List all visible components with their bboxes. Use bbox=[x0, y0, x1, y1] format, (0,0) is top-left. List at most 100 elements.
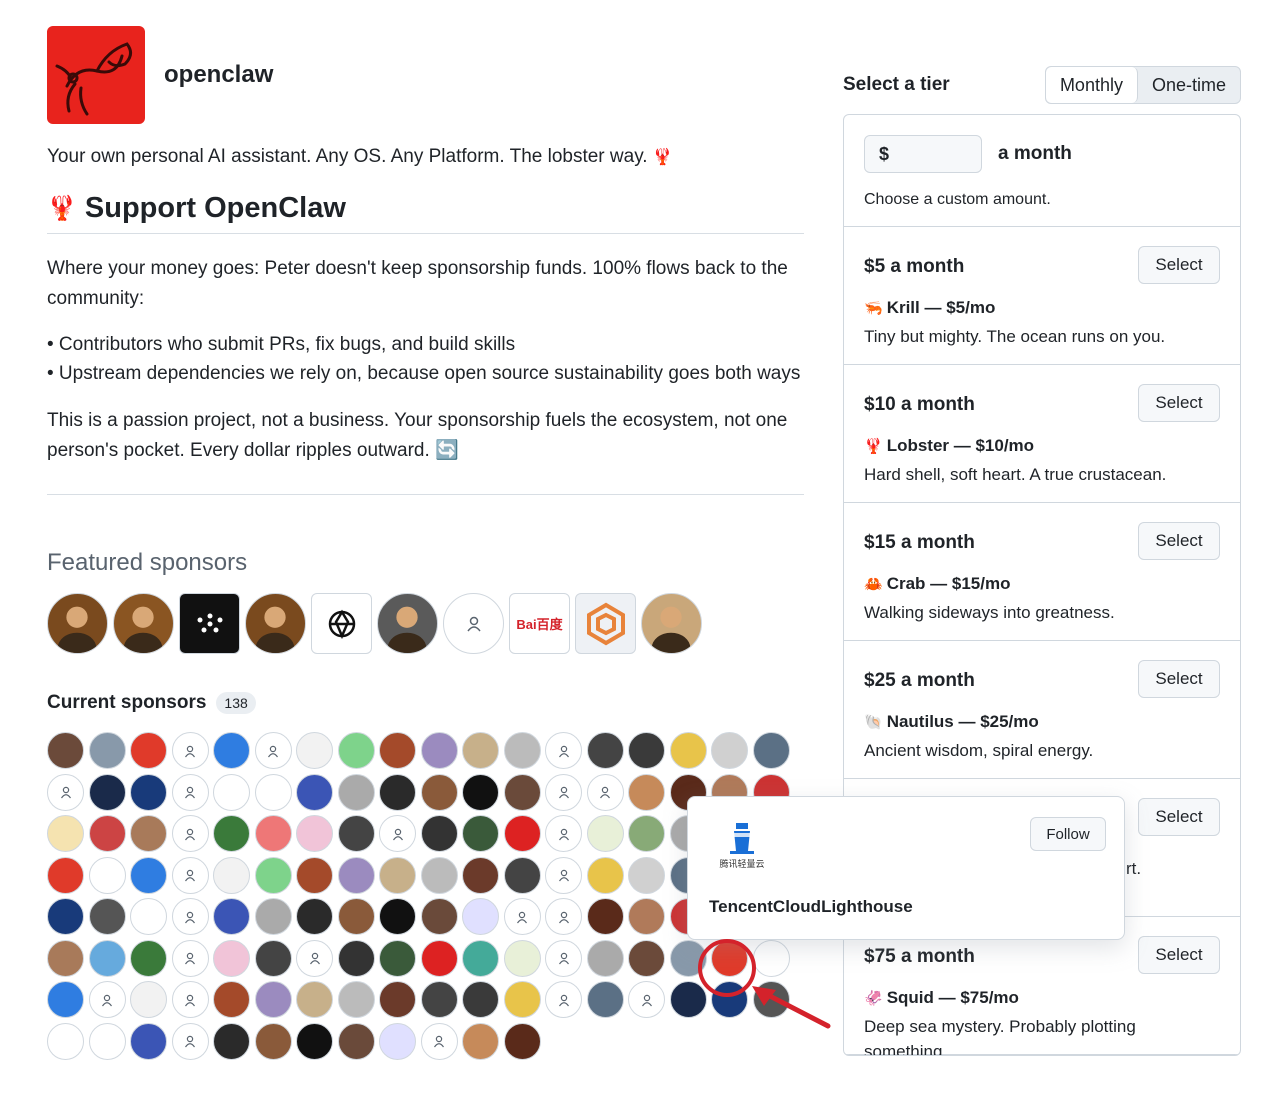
sponsor-avatar[interactable] bbox=[47, 732, 84, 769]
sponsor-avatar[interactable] bbox=[213, 815, 250, 852]
ghost-avatar-icon[interactable] bbox=[171, 1022, 209, 1060]
sponsor-avatar[interactable] bbox=[628, 732, 665, 769]
ghost-avatar-icon[interactable] bbox=[545, 898, 582, 935]
sponsor-avatar[interactable] bbox=[47, 856, 84, 894]
ghost-avatar-icon[interactable] bbox=[296, 939, 333, 977]
sponsor-avatar[interactable] bbox=[669, 981, 707, 1018]
sponsor-avatar[interactable] bbox=[628, 773, 665, 811]
sponsor-avatar[interactable] bbox=[130, 815, 167, 852]
sponsor-avatar[interactable] bbox=[379, 732, 416, 769]
portrait-avatar-icon[interactable] bbox=[641, 593, 702, 654]
follow-button[interactable]: Follow bbox=[1030, 817, 1106, 851]
sponsor-avatar[interactable] bbox=[503, 856, 541, 894]
sponsor-avatar[interactable] bbox=[586, 939, 624, 977]
sponsor-avatar[interactable] bbox=[586, 815, 624, 852]
ghost-avatar-icon[interactable] bbox=[545, 856, 582, 894]
portrait-avatar-icon[interactable] bbox=[47, 593, 108, 654]
sponsor-avatar[interactable] bbox=[254, 898, 292, 935]
sponsor-avatar[interactable] bbox=[420, 773, 458, 811]
sponsor-avatar[interactable] bbox=[586, 898, 624, 935]
sponsor-avatar[interactable] bbox=[420, 898, 458, 935]
sponsor-avatar[interactable] bbox=[254, 815, 292, 852]
ghost-avatar-icon[interactable] bbox=[171, 732, 209, 769]
sponsor-avatar[interactable] bbox=[379, 773, 416, 811]
sponsor-avatar[interactable] bbox=[711, 732, 748, 769]
sponsor-avatar[interactable] bbox=[47, 1022, 84, 1060]
org-name[interactable]: openclaw bbox=[164, 61, 273, 89]
portrait-avatar-icon[interactable] bbox=[245, 593, 306, 654]
baidu-logo-icon[interactable]: Bai百度 bbox=[509, 593, 570, 654]
select-button[interactable]: Select bbox=[1138, 936, 1220, 974]
sponsor-avatar[interactable] bbox=[47, 815, 84, 852]
sponsor-avatar[interactable] bbox=[130, 898, 167, 935]
sponsor-avatar[interactable] bbox=[337, 939, 375, 977]
sponsor-avatar[interactable] bbox=[420, 732, 458, 769]
sponsor-avatar[interactable] bbox=[628, 815, 665, 852]
sponsor-avatar[interactable] bbox=[337, 898, 375, 935]
select-button[interactable]: Select bbox=[1138, 384, 1220, 422]
sponsor-avatar[interactable] bbox=[47, 981, 84, 1018]
sponsor-avatar[interactable] bbox=[213, 732, 250, 769]
sponsor-avatar[interactable] bbox=[586, 856, 624, 894]
sponsor-avatar[interactable] bbox=[213, 898, 250, 935]
sponsor-avatar[interactable] bbox=[503, 981, 541, 1018]
custom-amount-input[interactable]: $ bbox=[864, 135, 982, 173]
ghost-avatar-icon[interactable] bbox=[47, 773, 84, 811]
sponsor-avatar[interactable] bbox=[130, 939, 167, 977]
ghost-avatar-icon[interactable] bbox=[171, 856, 209, 894]
ghost-avatar-icon[interactable] bbox=[545, 732, 582, 769]
sponsor-avatar[interactable] bbox=[213, 981, 250, 1018]
sponsor-avatar[interactable] bbox=[379, 939, 416, 977]
sponsor-avatar[interactable] bbox=[503, 732, 541, 769]
sponsor-avatar[interactable] bbox=[379, 856, 416, 894]
sponsor-avatar[interactable] bbox=[213, 1022, 250, 1060]
sponsor-avatar[interactable] bbox=[462, 898, 499, 935]
ghost-avatar-icon[interactable] bbox=[503, 898, 541, 935]
sponsor-avatar[interactable] bbox=[296, 898, 333, 935]
sponsor-avatar[interactable] bbox=[296, 815, 333, 852]
ghost-avatar-icon[interactable] bbox=[171, 815, 209, 852]
sponsor-avatar[interactable] bbox=[254, 773, 292, 811]
sponsor-avatar[interactable] bbox=[254, 1022, 292, 1060]
sponsor-avatar[interactable] bbox=[213, 856, 250, 894]
sponsor-avatar[interactable] bbox=[628, 939, 665, 977]
tab-one-time[interactable]: One-time bbox=[1138, 67, 1240, 103]
portrait-avatar-icon[interactable] bbox=[377, 593, 438, 654]
sponsor-avatar[interactable] bbox=[752, 732, 790, 769]
sponsor-avatar[interactable] bbox=[130, 1022, 167, 1060]
sponsor-avatar[interactable] bbox=[130, 856, 167, 894]
sponsor-avatar[interactable] bbox=[462, 732, 499, 769]
hovercard-sponsor-name[interactable]: TencentCloudLighthouse bbox=[709, 897, 913, 917]
sponsor-avatar[interactable] bbox=[420, 939, 458, 977]
sponsor-avatar[interactable] bbox=[213, 939, 250, 977]
sponsor-avatar[interactable] bbox=[462, 773, 499, 811]
sponsor-avatar[interactable] bbox=[296, 1022, 333, 1060]
sponsor-avatar[interactable] bbox=[47, 939, 84, 977]
sponsor-avatar[interactable] bbox=[337, 1022, 375, 1060]
ghost-avatar-icon[interactable] bbox=[545, 939, 582, 977]
sponsor-avatar[interactable] bbox=[462, 939, 499, 977]
sponsor-avatar[interactable] bbox=[88, 773, 126, 811]
sponsor-avatar[interactable] bbox=[379, 898, 416, 935]
sponsor-avatar[interactable] bbox=[296, 732, 333, 769]
ghost-avatar-icon[interactable] bbox=[545, 981, 582, 1018]
sponsor-avatar[interactable] bbox=[88, 1022, 126, 1060]
ghost-avatar-icon[interactable] bbox=[171, 773, 209, 811]
sponsor-avatar[interactable] bbox=[254, 856, 292, 894]
sponsor-avatar[interactable] bbox=[130, 981, 167, 1018]
select-button[interactable]: Select bbox=[1138, 246, 1220, 284]
openai-logo-icon[interactable] bbox=[311, 593, 372, 654]
select-button[interactable]: Select bbox=[1138, 798, 1220, 836]
hex-logo-icon[interactable] bbox=[575, 593, 636, 654]
sponsor-avatar[interactable] bbox=[130, 773, 167, 811]
tab-monthly[interactable]: Monthly bbox=[1045, 67, 1138, 103]
portrait-avatar-icon[interactable] bbox=[113, 593, 174, 654]
ghost-avatar-icon[interactable] bbox=[171, 898, 209, 935]
sponsor-avatar[interactable] bbox=[503, 939, 541, 977]
sponsor-avatar[interactable] bbox=[503, 773, 541, 811]
sponsor-avatar[interactable] bbox=[379, 981, 416, 1018]
sponsor-avatar[interactable] bbox=[296, 773, 333, 811]
sponsor-avatar[interactable] bbox=[88, 856, 126, 894]
ghost-avatar-icon[interactable] bbox=[545, 773, 582, 811]
sponsor-avatar[interactable] bbox=[47, 898, 84, 935]
